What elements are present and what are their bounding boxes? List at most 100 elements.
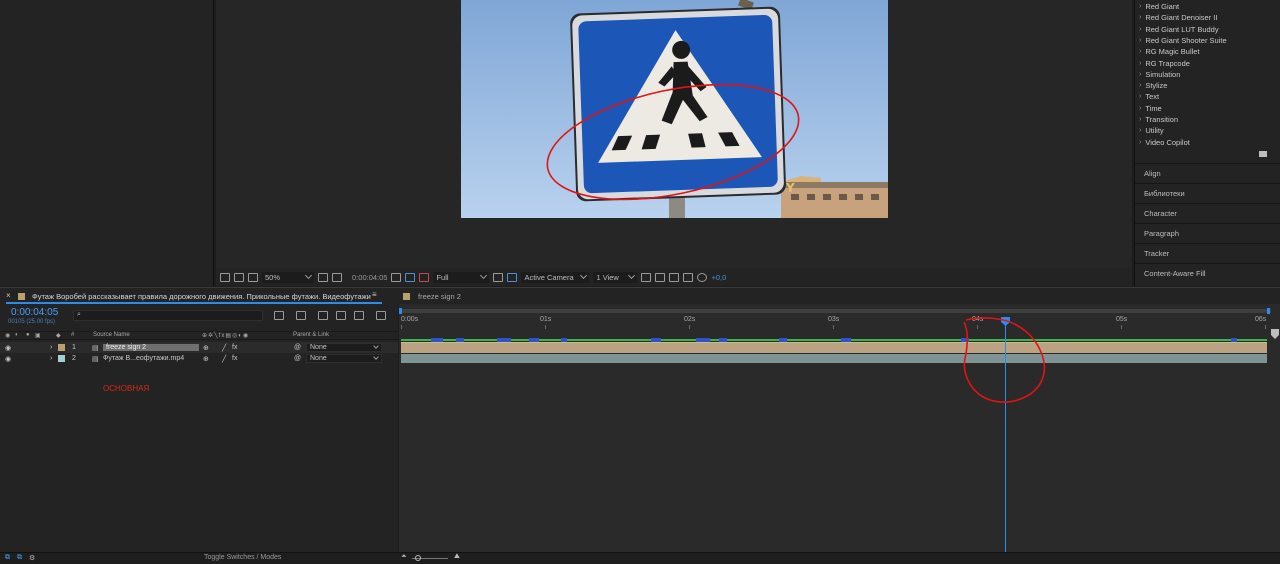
second-tab-label[interactable]: freeze sign 2 — [418, 292, 461, 301]
parent-dropdown[interactable]: None — [306, 343, 382, 352]
frame-blending-icon[interactable] — [336, 311, 346, 320]
mask-icon[interactable] — [332, 272, 343, 282]
effect-category-item[interactable]: › Red Giant Denoiser II — [1139, 13, 1217, 22]
layer-name[interactable]: Футаж В...еофутажи.mp4 — [103, 355, 184, 362]
panel-tab-2[interactable]: Character — [1135, 203, 1280, 222]
timeline-track-area[interactable]: 0:00s 01s 02s 03s 04s 05s 06s — [399, 304, 1280, 552]
panel-tab-4[interactable]: Tracker — [1135, 243, 1280, 262]
always-preview-icon[interactable] — [220, 272, 230, 282]
effects-switch-icon[interactable]: fx — [232, 355, 237, 362]
graph-editor-icon[interactable] — [376, 311, 386, 320]
layer-name[interactable]: freeze sign 2 — [103, 344, 199, 351]
switches-column-icons: ⊕✲╲fx▤◎◐◉ — [202, 333, 250, 339]
chevron-right-icon: › — [1139, 3, 1142, 10]
composition-viewer[interactable]: Y — [216, 0, 1132, 268]
panel-tab-3[interactable]: Paragraph — [1135, 223, 1280, 242]
effect-category-item[interactable]: › Time — [1139, 104, 1162, 113]
effect-category-item[interactable]: › Red Giant Shooter Suite — [1139, 36, 1227, 45]
viewer-frame[interactable]: Y — [461, 0, 888, 218]
timeline-icon[interactable] — [669, 272, 680, 282]
camera-snapshot-icon[interactable] — [391, 272, 402, 282]
parent-pickwhip-icon[interactable]: @ — [294, 344, 301, 351]
zoom-dropdown[interactable]: 50% — [262, 271, 315, 283]
monitor-icon[interactable] — [234, 272, 244, 282]
eye-icon[interactable]: ◉ — [5, 355, 11, 363]
parent-dropdown[interactable]: None — [306, 354, 382, 363]
timeline-tab-bar: × Футаж Воробей рассказывает правила дор… — [0, 287, 1280, 304]
table-row[interactable]: ◉ › 1 ▤ freeze sign 2 ⊕ ╱ fx @ None — [0, 342, 398, 353]
vr-goggles-icon[interactable] — [248, 272, 258, 282]
layer-1-bar[interactable] — [401, 342, 1267, 353]
source-name-column[interactable]: Source Name — [93, 332, 130, 338]
toggle-pixel-aspect-icon[interactable] — [641, 272, 652, 282]
channel-icon[interactable] — [419, 272, 430, 282]
label-color-swatch[interactable] — [58, 355, 65, 362]
fit-icon[interactable] — [318, 272, 329, 282]
motion-blur-icon[interactable] — [354, 311, 364, 320]
anchor-switch-icon[interactable]: ⊕ — [203, 355, 209, 363]
effect-category-item[interactable]: › Video Copilot — [1139, 138, 1190, 147]
ruler-label: 01s — [540, 316, 552, 323]
second-tab-color-icon — [403, 293, 410, 300]
close-icon[interactable]: × — [6, 291, 11, 300]
effect-category-item[interactable]: › Text — [1139, 92, 1159, 101]
panel-tab-5[interactable]: Content-Aware Fill — [1135, 263, 1280, 282]
ruler-tick — [545, 325, 546, 329]
effect-category-item[interactable]: › Transition — [1139, 115, 1178, 124]
exposure-value[interactable]: +0,0 — [711, 273, 726, 282]
effect-category-label: Red Giant Denoiser II — [1145, 13, 1218, 23]
effect-category-item[interactable]: › RG Trapcode — [1139, 59, 1190, 68]
chevron-right-icon: › — [1139, 82, 1142, 90]
parent-pickwhip-icon[interactable]: @ — [294, 355, 301, 362]
fast-previews-icon[interactable] — [655, 272, 666, 282]
shy-layers-icon[interactable] — [318, 311, 328, 320]
quality-switch-icon[interactable]: ╱ — [222, 355, 226, 363]
current-time-display[interactable]: 0:00:04:05 — [11, 307, 58, 318]
comp-mini-flowchart-icon[interactable] — [274, 311, 284, 320]
effect-category-label: RG Trapcode — [1145, 58, 1190, 68]
show-snapshot-icon[interactable] — [405, 272, 416, 282]
effect-category-item[interactable]: › Red Giant — [1139, 2, 1179, 11]
toggle-switches-modes[interactable]: Toggle Switches / Modes — [204, 554, 281, 561]
view-layout-dropdown[interactable]: 1 View — [593, 271, 638, 283]
layer-2-bar[interactable] — [401, 354, 1267, 363]
effects-switch-icon[interactable]: fx — [232, 344, 237, 351]
layer-switches-icon[interactable]: ⧉ — [5, 554, 10, 562]
effect-category-item[interactable]: › Stylize — [1139, 81, 1167, 90]
panel-menu-icon[interactable] — [1259, 151, 1267, 157]
resolution-dropdown[interactable]: Full — [433, 271, 490, 283]
effect-category-label: Red Giant Shooter Suite — [1145, 35, 1227, 45]
panel-tab-0[interactable]: Align — [1135, 163, 1280, 182]
layer-search-input[interactable]: ⌕ — [73, 310, 263, 321]
zoom-out-icon[interactable]: ⏶ — [401, 553, 407, 561]
effect-category-item[interactable]: › Utility — [1139, 126, 1164, 135]
effect-category-item[interactable]: › RG Magic Bullet — [1139, 47, 1200, 56]
transparency-grid-icon[interactable] — [507, 272, 518, 282]
tab-menu-icon[interactable]: ≡ — [372, 290, 377, 299]
search-icon: ⌕ — [77, 311, 81, 318]
reset-exposure-icon[interactable] — [697, 272, 708, 282]
time-ruler[interactable]: 0:00s 01s 02s 03s 04s 05s 06s — [399, 304, 1280, 330]
draft-3d-icon[interactable] — [296, 311, 306, 320]
flowchart-icon[interactable] — [683, 272, 694, 282]
quality-switch-icon[interactable]: ╱ — [222, 344, 226, 352]
region-of-interest-icon[interactable] — [493, 272, 504, 282]
camera-dropdown[interactable]: Active Camera — [521, 271, 590, 283]
expand-chevron-icon[interactable]: › — [50, 355, 52, 362]
effect-category-label: Stylize — [1145, 81, 1168, 91]
expand-chevron-icon[interactable]: › — [50, 344, 52, 351]
transfer-controls-icon[interactable]: ⧉ — [17, 554, 22, 562]
label-color-swatch[interactable] — [58, 344, 65, 351]
effect-category-item[interactable]: › Red Giant LUT Buddy — [1139, 25, 1219, 34]
effect-category-item[interactable]: › Simulation — [1139, 70, 1180, 79]
view-layout-value: 1 View — [596, 272, 619, 282]
viewer-timecode[interactable]: 0:00:04:05 — [352, 273, 387, 282]
comp-tab-label[interactable]: Футаж Воробей рассказывает правила дорож… — [32, 292, 371, 301]
zoom-in-icon[interactable]: ⛰ — [454, 553, 460, 561]
anchor-switch-icon[interactable]: ⊕ — [203, 344, 209, 352]
render-time-icon[interactable]: ⚙ — [29, 554, 35, 562]
table-row[interactable]: ◉ › 2 ▤ Футаж В...еофутажи.mp4 ⊕ ╱ fx @ None — [0, 353, 398, 364]
eye-icon[interactable]: ◉ — [5, 344, 11, 352]
zoom-slider-thumb[interactable] — [415, 555, 421, 561]
panel-tab-1[interactable]: Библиотеки — [1135, 183, 1280, 202]
